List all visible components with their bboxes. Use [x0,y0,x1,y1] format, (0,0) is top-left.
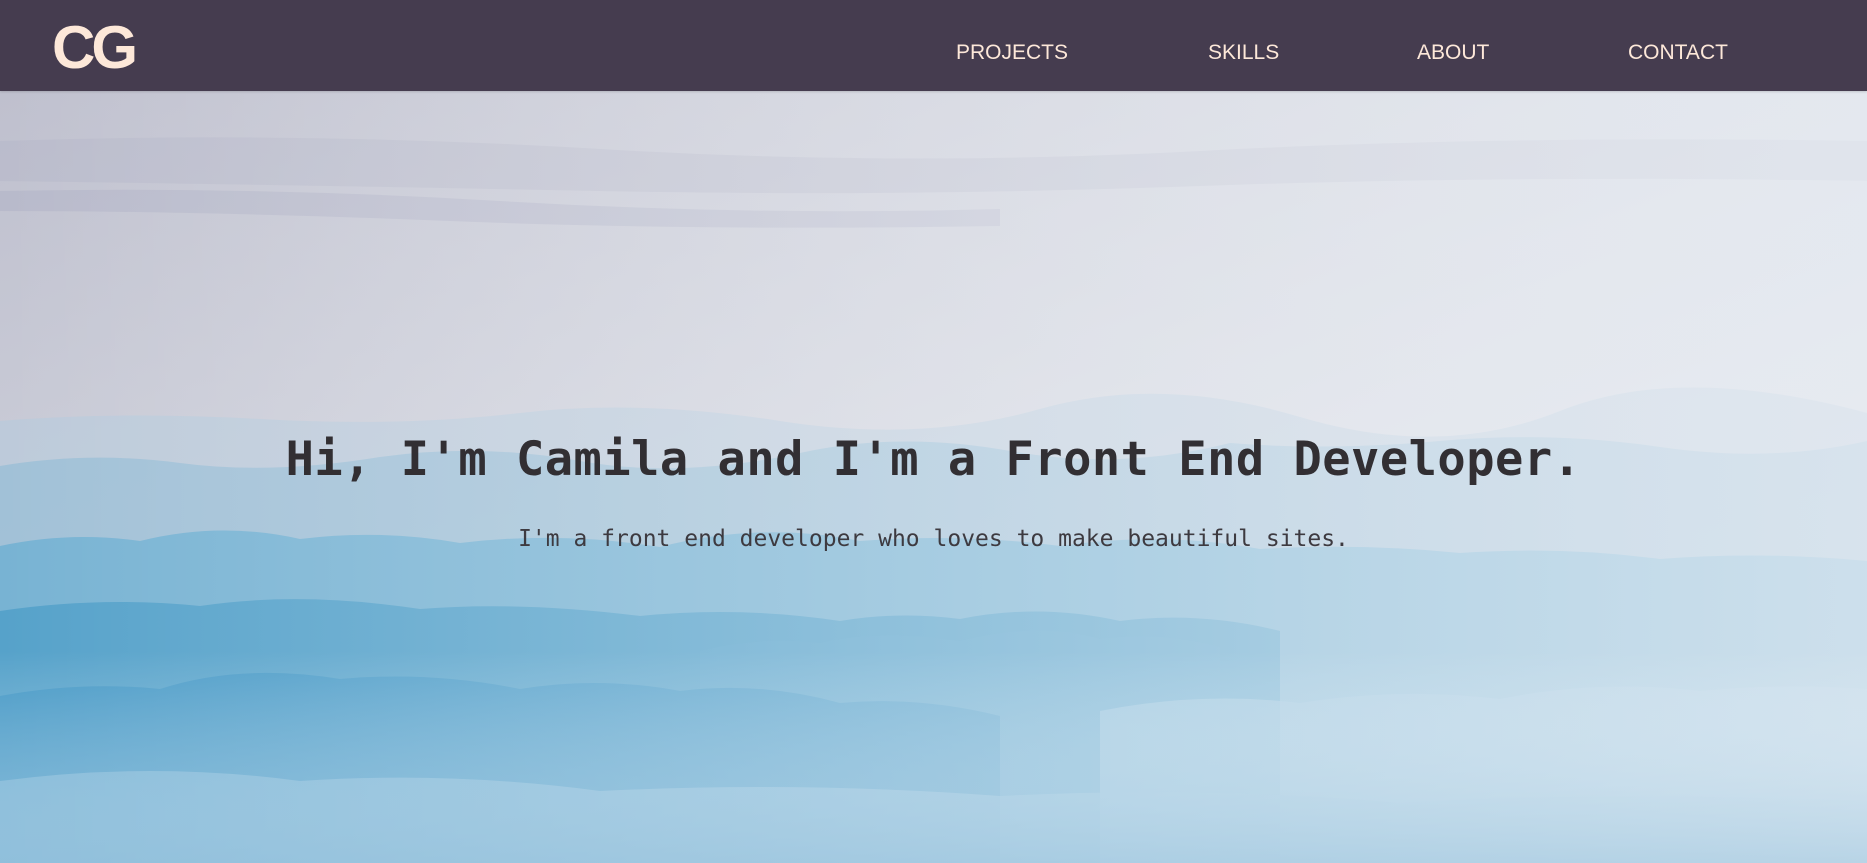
hero-content: Hi, I'm Camila and I'm a Front End Devel… [0,91,1867,863]
hero-subtitle: I'm a front end developer who loves to m… [518,526,1349,552]
nav-link-about[interactable]: ABOUT [1417,40,1489,66]
top-navbar: CG PROJECTS SKILLS ABOUT CONTACT [0,0,1867,91]
nav-link-contact[interactable]: CONTACT [1628,40,1728,66]
hero-section: Hi, I'm Camila and I'm a Front End Devel… [0,91,1867,863]
portfolio-page: CG PROJECTS SKILLS ABOUT CONTACT Hi, I'm… [0,0,1867,863]
hero-title: Hi, I'm Camila and I'm a Front End Devel… [285,432,1582,487]
nav-menu: PROJECTS SKILLS ABOUT CONTACT [0,0,1867,91]
nav-link-projects[interactable]: PROJECTS [956,40,1068,66]
nav-link-skills[interactable]: SKILLS [1208,40,1279,66]
